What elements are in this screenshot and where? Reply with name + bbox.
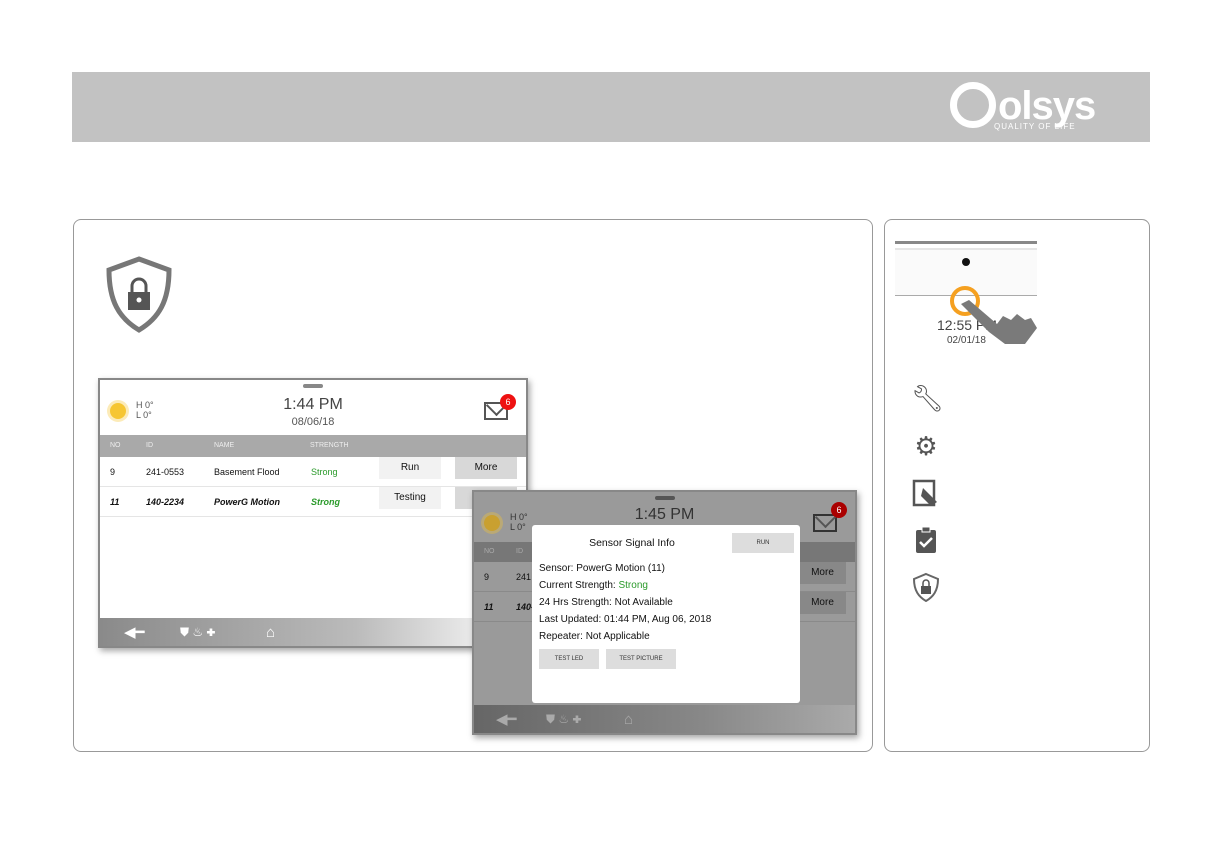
home-icon[interactable]: ⌂ (266, 625, 275, 640)
table-header: NO ID NAME STRENGTH (100, 435, 526, 457)
side-panel: 12:55 PM 02/01/18 🔧︎ ⚙ (884, 219, 1150, 752)
test-led-button[interactable]: TEST LED (539, 649, 599, 669)
sensor-signal-screen: H 0° L 0° 1:45 PM 6 NO ID 9 241 More 11 1… (472, 490, 857, 735)
back-arrow-icon[interactable]: ◀━ (124, 625, 145, 640)
table-row: 9 241-0553 Basement Flood Strong Run Mor… (100, 457, 526, 487)
back-arrow-icon[interactable]: ◀━ (496, 712, 517, 727)
run-button[interactable]: RUN (732, 533, 794, 553)
clipboard-check-icon (916, 526, 936, 553)
hand-pointer-icon (961, 300, 1037, 344)
shield-lock-icon (106, 256, 172, 333)
sensor-list-screen: H 0° L 0° 1:44 PM 08/06/18 6 NO ID NAME S… (98, 378, 528, 648)
wrench-icon: 🔧︎ (911, 383, 945, 413)
home-icon[interactable]: ⌂ (624, 712, 633, 727)
qolsys-logo: olsys QUALITY OF LIFE (950, 80, 1130, 136)
emergency-icons[interactable]: ⛊ ♨ ✚ (546, 712, 582, 727)
table-row: 11 140-2234 PowerG Motion Strong Testing (100, 487, 526, 517)
testing-button[interactable]: Testing (379, 487, 441, 509)
mail-icon[interactable] (813, 514, 837, 532)
clock-date: 08/06/18 (291, 416, 335, 428)
sensor-signal-info-dialog: Sensor Signal Info RUN Sensor: PowerG Mo… (532, 525, 800, 703)
clock-time: 1:44 PM (283, 396, 343, 413)
message-badge: 6 (500, 394, 516, 410)
header-bar: olsys QUALITY OF LIFE (72, 72, 1150, 142)
dialog-title: Sensor Signal Info (589, 537, 675, 549)
bottom-nav: ◀━ ⛊ ♨ ✚ ⌂ (100, 618, 526, 646)
emergency-icons[interactable]: ⛊ ♨ ✚ (180, 625, 216, 640)
gear-icon: ⚙ (914, 431, 938, 461)
run-button[interactable]: Run (379, 457, 441, 479)
installation-hand-icon (912, 479, 937, 507)
shield-lock-icon (912, 572, 940, 602)
test-picture-button[interactable]: TEST PICTURE (606, 649, 676, 669)
more-button[interactable]: More (455, 457, 517, 479)
